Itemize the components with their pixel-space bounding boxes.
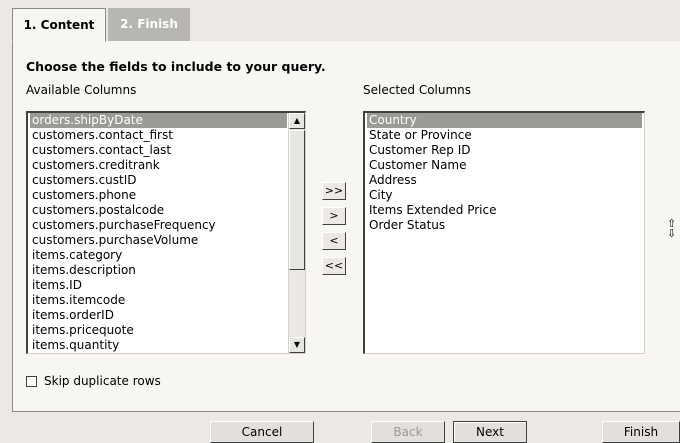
list-item[interactable]: items.description (30, 263, 287, 278)
scroll-thumb[interactable] (289, 130, 305, 270)
list-item[interactable]: Customer Name (367, 158, 642, 173)
list-item[interactable]: customers.purchaseVolume (30, 233, 287, 248)
selected-items: Country State or Province Customer Rep ID C… (367, 113, 642, 233)
add-all-button[interactable]: >> (322, 182, 346, 200)
list-item[interactable]: customers.custID (30, 173, 287, 188)
available-columns-label: Available Columns (26, 83, 137, 97)
list-item[interactable]: customers.postalcode (30, 203, 287, 218)
list-item[interactable]: Address (367, 173, 642, 188)
reorder-controls: ⇧ ⇩ (667, 218, 676, 239)
list-item[interactable]: Customer Rep ID (367, 143, 642, 158)
skip-duplicates-label: Skip duplicate rows (44, 374, 161, 388)
list-item[interactable]: items.itemcode (30, 293, 287, 308)
list-item[interactable]: orders.shipByDate (30, 113, 287, 128)
selected-columns-label: Selected Columns (363, 83, 472, 97)
tab-finish[interactable]: 2. Finish (108, 8, 190, 41)
remove-button[interactable]: < (322, 232, 346, 250)
selected-columns-list[interactable]: Country State or Province Customer Rep ID C… (363, 111, 645, 354)
available-scrollbar[interactable]: ▲ ▼ (288, 113, 305, 353)
list-item[interactable]: State or Province (367, 128, 642, 143)
page-heading: Choose the fields to include to your que… (26, 59, 326, 74)
add-button[interactable]: > (322, 207, 346, 225)
list-item[interactable]: City (367, 188, 642, 203)
move-down-icon[interactable]: ⇩ (667, 228, 676, 239)
footer-divider (12, 411, 680, 412)
available-columns-list[interactable]: orders.shipByDate customers.contact_first… (26, 111, 306, 354)
list-item[interactable]: items.ID (30, 278, 287, 293)
list-item[interactable]: customers.contact_first (30, 128, 287, 143)
list-item[interactable]: items.category (30, 248, 287, 263)
skip-duplicates-checkbox[interactable] (26, 376, 37, 387)
list-item[interactable]: items.pricequote (30, 323, 287, 338)
available-items: orders.shipByDate customers.contact_first… (30, 113, 287, 353)
tab-bar: 1. Content 2. Finish (12, 8, 680, 42)
list-item[interactable]: items.orderID (30, 308, 287, 323)
list-item[interactable]: Items Extended Price (367, 203, 642, 218)
list-item[interactable]: customers.creditrank (30, 158, 287, 173)
remove-all-button[interactable]: << (322, 257, 346, 275)
list-item[interactable]: customers.phone (30, 188, 287, 203)
tab-content[interactable]: 1. Content (12, 8, 106, 42)
list-item[interactable]: customers.contact_last (30, 143, 287, 158)
list-item[interactable]: Order Status (367, 218, 642, 233)
list-item[interactable]: Country (367, 113, 642, 128)
list-item[interactable]: customers.purchaseFrequency (30, 218, 287, 233)
footer-bar: Cancel Back Next Finish (0, 411, 680, 443)
content-panel: Choose the fields to include to your que… (12, 41, 680, 411)
scroll-down-icon[interactable]: ▼ (289, 337, 305, 353)
scroll-up-icon[interactable]: ▲ (289, 113, 305, 129)
list-item[interactable]: items.quantity (30, 338, 287, 353)
